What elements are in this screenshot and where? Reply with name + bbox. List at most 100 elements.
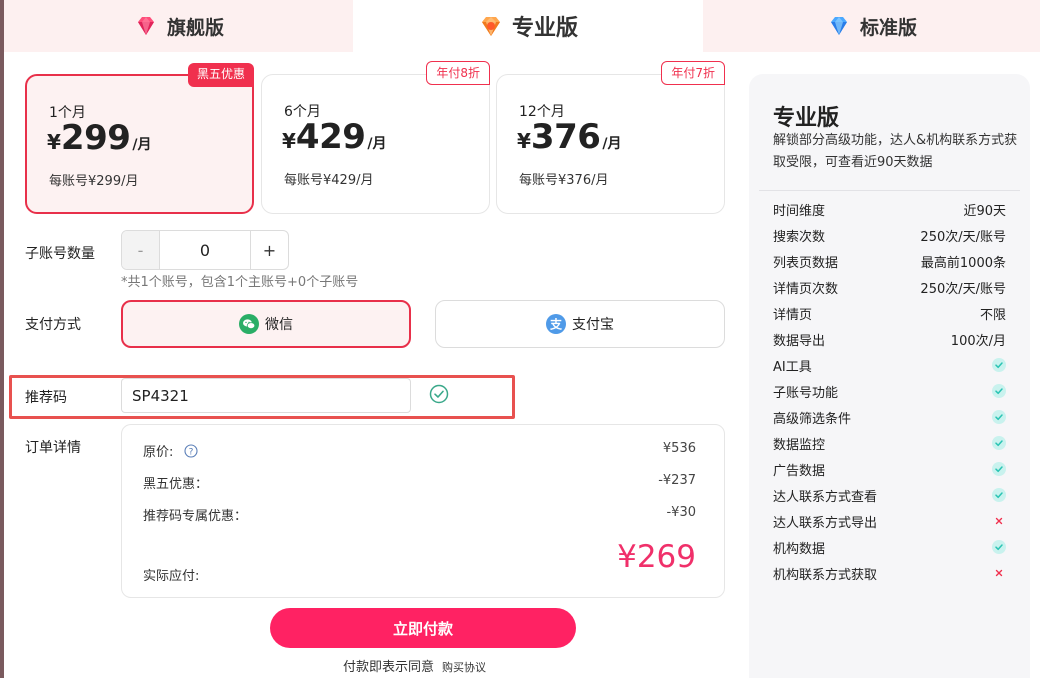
pay-now-button[interactable]: 立即付款	[270, 608, 576, 648]
plan-per-account: 每账号¥299/月	[49, 174, 139, 189]
black-friday-label: 黑五优惠：	[143, 477, 209, 492]
feature-value: 100次/月	[950, 333, 1006, 349]
referral-discount-label: 推荐码专属优惠：	[143, 509, 248, 524]
purchase-agreement-link[interactable]: 购买协议	[442, 659, 486, 675]
check-icon	[992, 410, 1006, 424]
sub-accounts-note: *共1个账号，包含1个主账号+0个子账号	[121, 275, 359, 290]
order-details-label: 订单详情	[25, 440, 81, 456]
feature-name: 时间维度	[773, 203, 826, 219]
feature-name: 机构数据	[773, 541, 826, 557]
price-currency: ¥	[47, 130, 61, 154]
tab-professional[interactable]: 专业版	[353, 0, 703, 52]
feature-name: 详情页次数	[773, 281, 839, 297]
svg-text:支: 支	[549, 317, 563, 332]
referral-discount-value: -¥30	[666, 505, 696, 520]
feature-row: 达人联系方式导出	[773, 511, 1006, 531]
check-icon	[992, 358, 1006, 372]
price-currency: ¥	[517, 129, 531, 153]
feature-name: 详情页	[773, 307, 813, 323]
feature-row: 详情页 不限	[773, 303, 1006, 323]
feature-row: 列表页数据 最高前1000条	[773, 251, 1006, 271]
plan-features-panel: 专业版 解锁部分高级功能，达人&机构联系方式获取受限，可查看近90天数据 时间维…	[749, 74, 1030, 678]
black-friday-row: 黑五优惠： -¥237	[143, 473, 696, 492]
plan-card-6-months[interactable]: 年付8折 6个月 ¥ 429 /月 每账号¥429/月	[261, 61, 490, 214]
wechat-label: 微信	[265, 317, 293, 333]
blue-diamond-icon	[830, 17, 847, 35]
divider	[759, 190, 1020, 191]
feature-row: 机构联系方式获取	[773, 563, 1006, 583]
feature-name: 子账号功能	[773, 385, 839, 401]
original-price-value: ¥536	[662, 441, 696, 456]
feature-value: 近90天	[963, 203, 1006, 219]
feature-row: 时间维度 近90天	[773, 199, 1006, 219]
check-icon	[992, 436, 1006, 450]
agree-text: 付款即表示同意	[343, 660, 435, 675]
increment-button[interactable]: +	[250, 231, 288, 269]
cross-icon	[995, 569, 1003, 577]
referral-discount-row: 推荐码专属优惠： -¥30	[143, 505, 696, 524]
feature-row: 达人联系方式查看	[773, 485, 1006, 505]
plan-tabs: 旗舰版 专业版 标准版	[4, 0, 1040, 52]
feature-row: 子账号功能	[773, 381, 1006, 401]
order-details-box: 原价: ? ¥536 黑五优惠： -¥237 推荐码专属优惠： -¥30 实际应…	[121, 424, 725, 598]
feature-row: 搜索次数 250次/天/账号	[773, 225, 1006, 245]
alipay-label: 支付宝	[572, 317, 614, 333]
tab-label: 标准版	[859, 16, 917, 39]
wechat-icon	[239, 314, 259, 334]
feature-value: 250次/天/账号	[920, 281, 1006, 297]
price-unit: /月	[602, 136, 622, 152]
tab-flagship[interactable]: 旗舰版	[4, 0, 353, 52]
agreement-line: 付款即表示同意 购买协议	[343, 656, 486, 675]
feature-row: 数据监控	[773, 433, 1006, 453]
plan-badge: 黑五优惠	[187, 63, 254, 87]
original-price-row: 原价: ? ¥536	[143, 441, 696, 460]
plan-price: ¥ 429 /月	[282, 117, 387, 157]
sub-accounts-stepper: - 0 +	[121, 230, 289, 270]
plan-card-12-months[interactable]: 年付7折 12个月 ¥ 376 /月 每账号¥376/月	[496, 61, 725, 214]
plan-price: ¥ 376 /月	[517, 117, 622, 157]
feature-row: 高级筛选条件	[773, 407, 1006, 427]
feature-name: 列表页数据	[773, 255, 839, 271]
black-friday-value: -¥237	[658, 473, 696, 488]
price-amount: 299	[60, 118, 131, 158]
feature-name: 广告数据	[773, 463, 826, 479]
svg-text:?: ?	[188, 447, 193, 457]
feature-value: 不限	[979, 307, 1006, 323]
orange-diamond-icon	[481, 17, 500, 36]
referral-label: 推荐码	[25, 390, 67, 406]
total-value: ¥269	[617, 539, 696, 575]
plan-badge: 年付8折	[426, 61, 490, 85]
feature-name: 数据导出	[773, 333, 826, 349]
feature-name: 达人联系方式查看	[773, 489, 878, 505]
feature-value: 250次/天/账号	[920, 229, 1006, 245]
check-icon	[992, 384, 1006, 398]
feature-name: AI工具	[773, 359, 812, 375]
wechat-pay-button[interactable]: 微信	[121, 300, 411, 348]
price-unit: /月	[367, 136, 387, 152]
cross-icon	[995, 517, 1003, 525]
plan-card-1-month[interactable]: 黑五优惠 1个月 ¥ 299 /月 每账号¥299/月	[25, 63, 254, 214]
sub-accounts-value[interactable]: 0	[160, 231, 250, 269]
original-price-label: 原价:	[143, 445, 174, 460]
window-edge	[0, 0, 4, 678]
price-amount: 429	[295, 117, 366, 157]
alipay-button[interactable]: 支 支付宝	[435, 300, 725, 348]
decrement-button[interactable]: -	[122, 231, 160, 269]
price-unit: /月	[132, 137, 152, 153]
plan-price: ¥ 299 /月	[47, 118, 152, 158]
feature-row: 数据导出 100次/月	[773, 329, 1006, 349]
help-circle-icon[interactable]: ?	[183, 444, 198, 458]
tab-label: 专业版	[511, 16, 578, 41]
feature-name: 机构联系方式获取	[773, 567, 878, 583]
pink-diamond-icon	[137, 17, 154, 35]
feature-row: 机构数据	[773, 537, 1006, 557]
feature-row: 广告数据	[773, 459, 1006, 479]
feature-value: 最高前1000条	[920, 255, 1006, 271]
payment-method-label: 支付方式	[25, 317, 81, 333]
referral-code-input[interactable]	[121, 378, 411, 413]
check-icon	[992, 488, 1006, 502]
side-title: 专业版	[773, 106, 840, 131]
feature-name: 达人联系方式导出	[773, 515, 878, 531]
feature-name: 数据监控	[773, 437, 826, 453]
tab-standard[interactable]: 标准版	[703, 0, 1040, 52]
